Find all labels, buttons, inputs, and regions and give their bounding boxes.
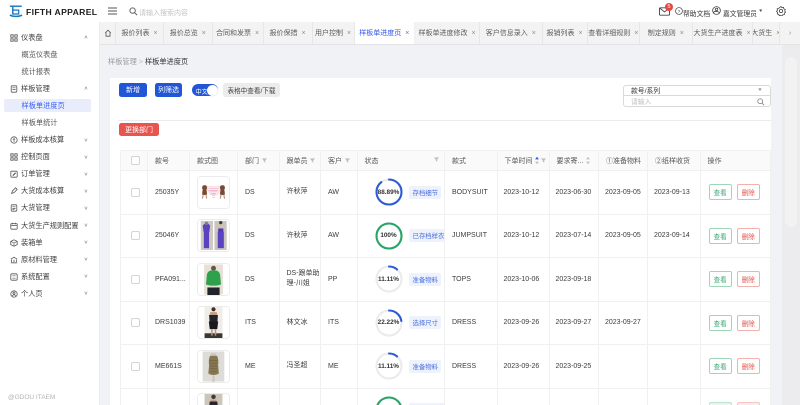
svg-text:?: ?: [678, 9, 681, 15]
